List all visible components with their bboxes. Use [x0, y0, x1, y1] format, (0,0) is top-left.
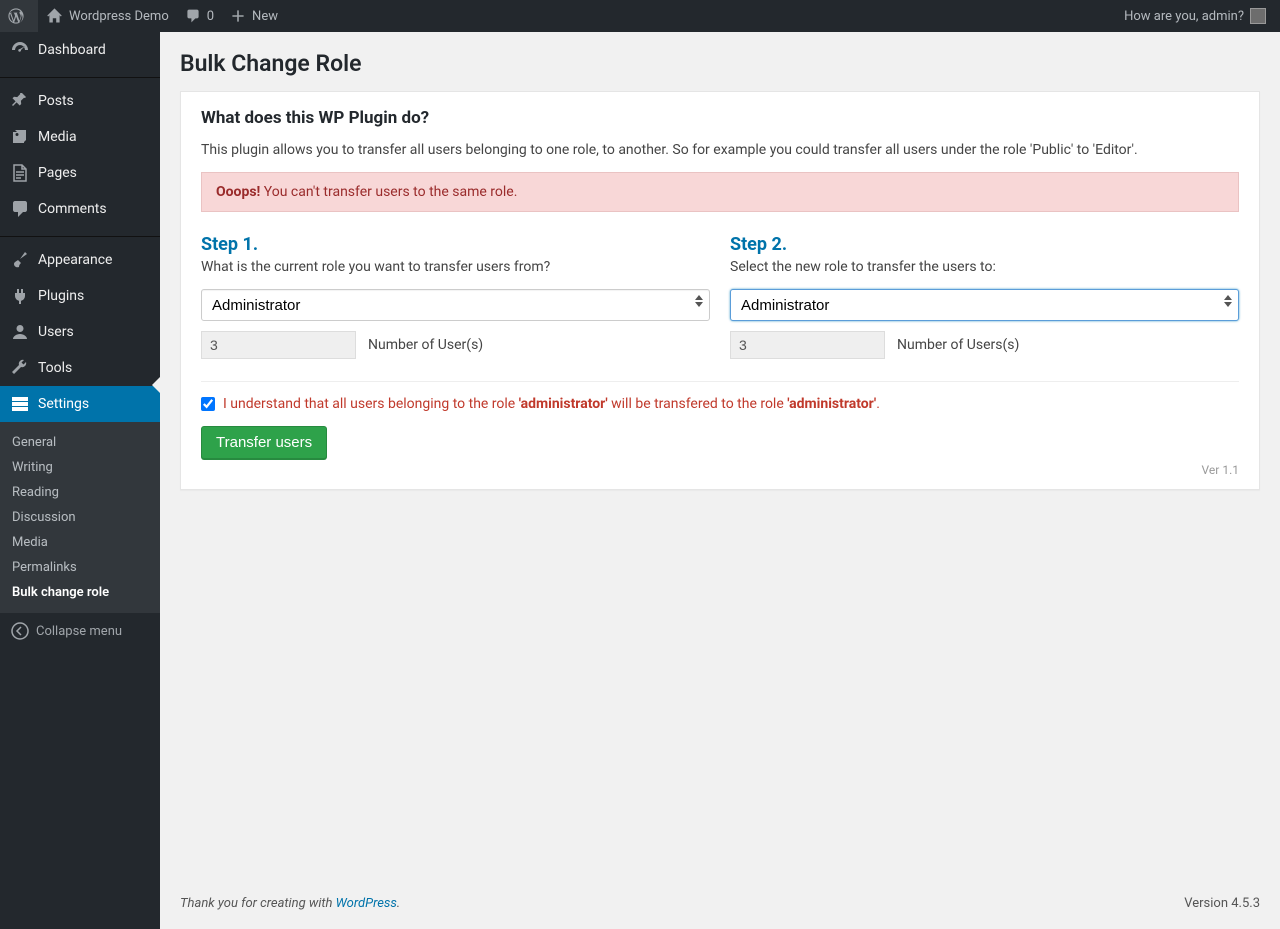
section-heading: What does this WP Plugin do?: [201, 108, 1239, 128]
collapse-icon: [10, 621, 30, 641]
admin-footer: Thank you for creating with WordPress. V…: [180, 878, 1260, 929]
submenu-general[interactable]: General: [0, 430, 160, 455]
step-2: Step 2. Select the new role to transfer …: [730, 234, 1239, 369]
submenu-permalinks[interactable]: Permalinks: [0, 555, 160, 580]
submenu-reading[interactable]: Reading: [0, 480, 160, 505]
step2-title: Step 2.: [730, 234, 1239, 255]
main-content: Bulk Change Role What does this WP Plugi…: [160, 32, 1280, 929]
step-1: Step 1. What is the current role you wan…: [201, 234, 710, 369]
user-icon: [10, 322, 30, 342]
page-icon: [10, 163, 30, 183]
admin-sidebar: Dashboard Posts Media Pages Comments App…: [0, 32, 160, 929]
role-from-select[interactable]: Administrator: [201, 289, 710, 321]
step1-title: Step 1.: [201, 234, 710, 255]
pin-icon: [10, 91, 30, 111]
admin-bar: Wordpress Demo 0 New How are you, admin?: [0, 0, 1280, 32]
sidebar-item-users[interactable]: Users: [0, 314, 160, 350]
role-from-count-label: Number of User(s): [368, 337, 483, 353]
confirm-checkbox[interactable]: [201, 397, 215, 411]
plus-icon: [230, 8, 246, 24]
comments-link[interactable]: 0: [177, 0, 222, 32]
sidebar-item-dashboard[interactable]: Dashboard: [0, 32, 160, 68]
sidebar-item-media[interactable]: Media: [0, 119, 160, 155]
sidebar-item-settings[interactable]: Settings: [0, 386, 160, 422]
avatar: [1250, 8, 1266, 24]
settings-submenu: General Writing Reading Discussion Media…: [0, 422, 160, 613]
role-from-count: [201, 331, 356, 359]
sliders-icon: [10, 394, 30, 414]
sidebar-item-plugins[interactable]: Plugins: [0, 278, 160, 314]
confirm-label[interactable]: I understand that all users belonging to…: [223, 396, 880, 412]
media-icon: [10, 127, 30, 147]
transfer-button[interactable]: Transfer users: [201, 426, 327, 459]
wp-version: Version 4.5.3: [1184, 896, 1260, 911]
wordpress-link[interactable]: WordPress: [336, 896, 397, 911]
submenu-bulk-change-role[interactable]: Bulk change role: [0, 580, 160, 605]
comment-count: 0: [207, 9, 214, 24]
role-to-count: [730, 331, 885, 359]
dashboard-icon: [10, 40, 30, 60]
page-title: Bulk Change Role: [180, 32, 1260, 91]
sidebar-item-tools[interactable]: Tools: [0, 350, 160, 386]
sidebar-item-comments[interactable]: Comments: [0, 191, 160, 227]
step1-question: What is the current role you want to tra…: [201, 259, 710, 275]
sidebar-item-posts[interactable]: Posts: [0, 83, 160, 119]
home-icon: [46, 8, 63, 25]
sidebar-item-pages[interactable]: Pages: [0, 155, 160, 191]
submenu-discussion[interactable]: Discussion: [0, 505, 160, 530]
howdy-link[interactable]: How are you, admin?: [1116, 0, 1274, 32]
sidebar-item-appearance[interactable]: Appearance: [0, 242, 160, 278]
wordpress-icon: [8, 8, 24, 24]
brush-icon: [10, 250, 30, 270]
submenu-writing[interactable]: Writing: [0, 455, 160, 480]
submenu-media[interactable]: Media: [0, 530, 160, 555]
new-label: New: [252, 9, 278, 24]
section-description: This plugin allows you to transfer all u…: [201, 142, 1239, 158]
collapse-menu[interactable]: Collapse menu: [0, 613, 160, 649]
role-to-select[interactable]: Administrator: [730, 289, 1239, 321]
divider: [201, 381, 1239, 382]
main-panel: What does this WP Plugin do? This plugin…: [180, 91, 1260, 490]
new-link[interactable]: New: [222, 0, 286, 32]
plugin-version: Ver 1.1: [201, 463, 1239, 477]
wp-logo[interactable]: [0, 0, 38, 32]
error-notice: Ooops! You can't transfer users to the s…: [201, 172, 1239, 212]
comment-icon: [10, 199, 30, 219]
site-name: Wordpress Demo: [69, 9, 169, 24]
comment-icon: [185, 8, 201, 24]
site-link[interactable]: Wordpress Demo: [38, 0, 177, 32]
step2-question: Select the new role to transfer the user…: [730, 259, 1239, 275]
wrench-icon: [10, 358, 30, 378]
role-to-count-label: Number of Users(s): [897, 337, 1019, 353]
plug-icon: [10, 286, 30, 306]
